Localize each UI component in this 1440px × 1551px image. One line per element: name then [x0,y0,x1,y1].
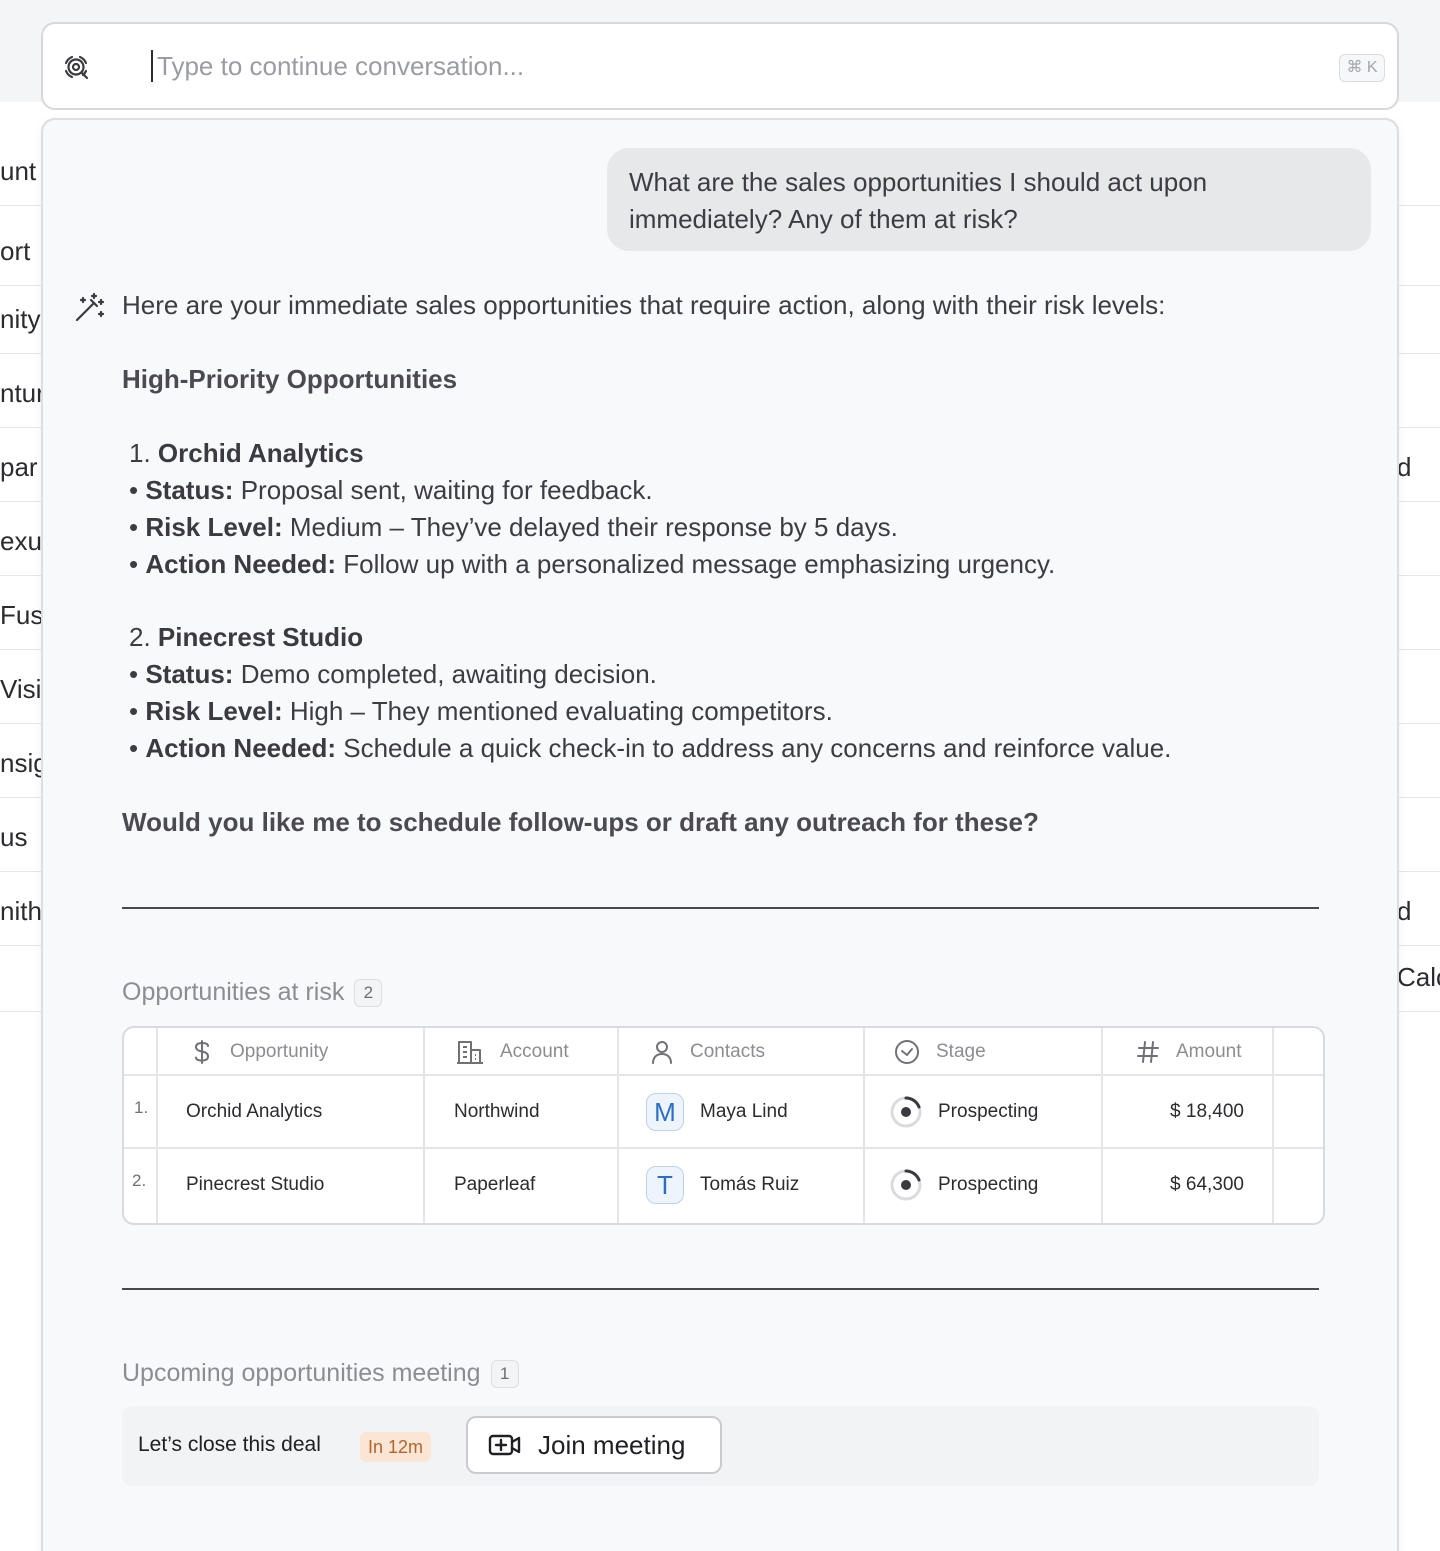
column-header-amount[interactable]: Amount [1136,1028,1241,1076]
video-camera-icon [488,1434,521,1456]
cell-account[interactable]: Northwind [454,1076,540,1148]
background-cell [1399,286,1440,354]
opportunity-status-line: • Status: Demo completed, awaiting decis… [129,659,657,689]
dollar-icon [194,1040,210,1064]
cell-contact[interactable]: T Tomás Ruiz [646,1149,799,1221]
meeting-section-title: Upcoming opportunities meeting 1 [122,1359,519,1388]
background-cell: nsig [0,724,41,798]
background-cell: exu [0,502,41,576]
row-number: 1. [134,1098,149,1117]
table-column-divider [156,1028,158,1223]
meeting-title: Let’s close this deal [138,1433,321,1456]
background-cell: d [1399,872,1440,946]
meeting-count-badge: 1 [490,1360,519,1388]
table-column-divider [423,1028,425,1223]
background-cell: Visio [0,650,41,724]
opportunity-action-line: • Action Needed: Schedule a quick check-… [129,733,1172,763]
opportunity-risk-line: • Risk Level: Medium – They’ve delayed t… [129,512,898,542]
conversation-search-bar[interactable]: ⌘ K [41,22,1399,110]
chat-panel: What are the sales opportunities I shoul… [41,118,1399,1551]
at-risk-count-badge: 2 [354,979,383,1007]
assistant-intro: Here are your immediate sales opportunit… [122,290,1166,320]
section-divider [122,1288,1319,1290]
cell-stage[interactable]: Prospecting [890,1149,1038,1221]
cell-amount[interactable]: $ 18,400 [1114,1076,1244,1148]
avatar: T [646,1166,684,1204]
building-icon [457,1041,483,1064]
background-cell [1399,102,1440,206]
hash-icon [1137,1041,1159,1063]
column-header-contacts[interactable]: Contacts [650,1028,765,1076]
at-risk-section-title: Opportunities at risk 2 [122,978,383,1007]
column-header-account[interactable]: Account [456,1028,569,1076]
background-cell [1399,798,1440,872]
background-cell: par [0,428,41,502]
opportunities-table: Opportunity Account Contacts Stage Amoun… [122,1026,1325,1225]
stage-progress-icon [890,1169,922,1201]
column-header-opportunity[interactable]: Opportunity [190,1028,328,1076]
background-cell: Fus [0,576,41,650]
background-cell: nity [0,286,41,354]
background-cell [0,946,41,1012]
opportunity-item-title: 1. Orchid Analytics [129,438,364,468]
avatar: M [646,1093,684,1131]
background-cell: nith [0,872,41,946]
assistant-followup-question: Would you like me to schedule follow-ups… [122,807,1039,837]
opportunity-action-line: • Action Needed: Follow up with a person… [129,549,1056,579]
cell-opportunity[interactable]: Pinecrest Studio [186,1149,324,1221]
cell-opportunity[interactable]: Orchid Analytics [186,1076,322,1148]
background-cell: ntur [0,354,41,428]
stage-progress-icon [890,1096,922,1128]
meeting-card: Let’s close this deal In 12m Join meetin… [122,1406,1319,1486]
table-column-divider [863,1028,865,1223]
opportunity-risk-line: • Risk Level: High – They mentioned eval… [129,696,833,726]
background-cell [1399,724,1440,798]
cell-amount[interactable]: $ 64,300 [1114,1149,1244,1221]
section-divider [122,907,1319,909]
person-icon [652,1041,672,1064]
background-cell [1399,576,1440,650]
column-header-stage[interactable]: Stage [894,1028,986,1076]
table-column-divider [617,1028,619,1223]
table-column-divider [1101,1028,1103,1223]
opportunity-status-line: • Status: Proposal sent, waiting for fee… [129,475,653,505]
cell-contact[interactable]: M Maya Lind [646,1076,788,1148]
background-cell: us [0,798,41,872]
table-column-divider [1272,1028,1274,1223]
background-list-left: unt ort nity ntur par exu Fus Visio nsig… [0,102,41,1551]
ai-search-icon [64,55,89,80]
join-meeting-button[interactable]: Join meeting [466,1416,722,1474]
cell-stage[interactable]: Prospecting [890,1076,1038,1148]
background-cell: ort [0,206,41,286]
assistant-heading: High-Priority Opportunities [122,364,458,394]
cell-account[interactable]: Paperleaf [454,1149,535,1221]
text-caret [151,50,153,82]
row-number: 2. [132,1171,147,1190]
keyboard-shortcut-badge: ⌘ K [1339,54,1385,82]
background-cell [1399,502,1440,576]
magic-wand-icon [75,292,105,322]
background-cell [1399,650,1440,724]
background-cell: d [1399,428,1440,502]
background-list-right: d d Calc [1399,102,1440,1551]
background-cell [1399,354,1440,428]
conversation-input[interactable] [157,44,1337,88]
background-cell [1399,206,1440,286]
user-message: What are the sales opportunities I shoul… [607,148,1371,251]
background-cell: unt [0,102,41,206]
check-circle-icon [895,1040,919,1064]
meeting-time-badge: In 12m [360,1432,432,1462]
opportunity-item-title: 2. Pinecrest Studio [129,622,364,652]
background-cell: Calc [1399,946,1440,1012]
